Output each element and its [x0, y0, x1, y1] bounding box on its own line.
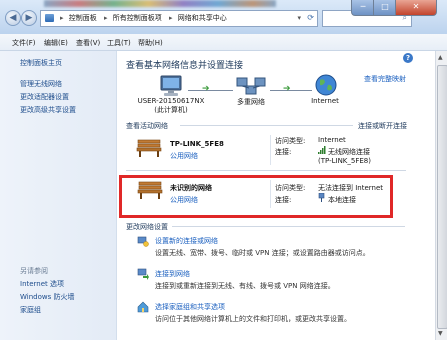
menu-edit[interactable]: 编辑(E): [44, 38, 68, 48]
highlight-box: [119, 175, 393, 218]
new-connection-icon: [137, 236, 149, 247]
address-bar[interactable]: ▸ 控制面板 ▸ 所有控制面板项 ▸ 网络和共享中心 ▾ ⟳: [40, 10, 318, 27]
divider: [126, 170, 406, 171]
multiple-networks-node: 多重网络: [221, 97, 281, 107]
breadcrumb-item[interactable]: 网络和共享中心: [178, 14, 227, 22]
connection-line: [270, 90, 312, 91]
control-panel-home-link[interactable]: 控制面板主页: [20, 58, 62, 68]
windows-firewall-link[interactable]: Windows 防火墙: [20, 292, 74, 302]
connect-to-network-desc: 连接到或重新连接到无线、有线、拨号或 VPN 网络连接。: [155, 282, 335, 290]
connection-label: 连接:: [275, 148, 292, 156]
see-also-heading: 另请参阅: [20, 267, 48, 275]
internet-label: Internet: [311, 97, 339, 105]
breadcrumb: ▸ 控制面板 ▸ 所有控制面板项 ▸ 网络和共享中心: [60, 14, 227, 22]
network-name: TP-LINK_5FE8: [170, 140, 224, 148]
this-computer-node: USER-20150617NX (此计算机): [131, 97, 211, 115]
forward-button[interactable]: ▶: [21, 10, 37, 26]
change-settings-heading: 更改网络设置: [126, 223, 168, 231]
page-title: 查看基本网络信息并设置连接: [126, 61, 244, 71]
menu-view[interactable]: 查看(V): [76, 38, 100, 48]
setup-connection-desc: 设置无线、宽带、拨号、临时或 VPN 连接；或设置路由器或访问点。: [155, 249, 370, 257]
divider: [180, 125, 353, 126]
minimize-button[interactable]: ─: [351, 0, 375, 16]
menu-help[interactable]: 帮助(H): [138, 38, 163, 48]
homegroup-sharing-link[interactable]: 选择家庭组和共享选项: [155, 302, 225, 312]
scroll-up-icon[interactable]: ▲: [438, 54, 443, 61]
connect-to-network-link[interactable]: 连接到网络: [155, 269, 190, 279]
computer-icon: [160, 75, 182, 96]
connect-disconnect-link[interactable]: 连接或断开连接: [358, 121, 407, 131]
homegroup-link[interactable]: 家庭组: [20, 305, 41, 315]
scrollbar-thumb[interactable]: [437, 65, 447, 329]
arrow-right-icon: ➔: [283, 84, 291, 94]
arrow-right-icon: ➔: [202, 84, 210, 94]
network-sharing-center-window: ◀ ▶ ▸ 控制面板 ▸ 所有控制面板项 ▸ 网络和共享中心 ▾ ⟳ ⌕ ─ □…: [0, 0, 447, 340]
computer-sub: (此计算机): [154, 106, 188, 114]
connection-line: [188, 90, 233, 91]
help-icon[interactable]: ?: [403, 53, 413, 63]
computer-name: USER-20150617NX: [137, 97, 205, 105]
network-type-link[interactable]: 公用网络: [170, 151, 198, 161]
breadcrumb-item[interactable]: 所有控制面板项: [113, 14, 162, 22]
network-node-label: 多重网络: [237, 98, 265, 106]
internet-options-link[interactable]: Internet 选项: [20, 279, 64, 289]
menu-file[interactable]: 文件(F): [12, 38, 36, 48]
internet-node: Internet: [300, 97, 350, 105]
homegroup-icon: [137, 301, 149, 313]
wireless-signal-icon: [318, 146, 326, 154]
access-type-value: Internet: [318, 136, 346, 144]
back-button[interactable]: ◀: [5, 10, 21, 26]
wireless-ssid-link[interactable]: (TP-LINK_5FE8): [318, 157, 371, 165]
access-type-label: 访问类型:: [275, 137, 306, 145]
active-networks-heading: 查看活动网络: [126, 122, 168, 130]
homegroup-sharing-desc: 访问位于其他网络计算机上的文件和打印机，或更改共享设置。: [155, 315, 351, 323]
change-adapter-link[interactable]: 更改适配器设置: [20, 92, 69, 102]
scroll-down-icon[interactable]: ▼: [438, 330, 443, 337]
close-button[interactable]: ✕: [395, 0, 437, 16]
globe-icon: [315, 74, 337, 96]
setup-connection-link[interactable]: 设置新的连接或网络: [155, 236, 218, 246]
network-icon: [236, 77, 266, 95]
breadcrumb-item[interactable]: 控制面板: [69, 14, 97, 22]
connect-network-icon: [137, 268, 149, 280]
refresh-icon[interactable]: ⟳: [307, 13, 314, 22]
blurred-taskbar-strip: [44, 0, 276, 7]
menu-bar: 文件(F) 编辑(E) 查看(V) 工具(T) 帮助(H): [0, 34, 447, 51]
divider: [172, 226, 405, 227]
title-bar: ◀ ▶ ▸ 控制面板 ▸ 所有控制面板项 ▸ 网络和共享中心 ▾ ⟳ ⌕ ─ □…: [0, 0, 447, 35]
control-panel-icon: [45, 14, 54, 22]
advanced-sharing-link[interactable]: 更改高级共享设置: [20, 105, 76, 115]
manage-wireless-link[interactable]: 管理无线网络: [20, 79, 62, 89]
vertical-scrollbar[interactable]: ▲ ▼: [435, 51, 447, 340]
menu-tools[interactable]: 工具(T): [107, 38, 131, 48]
divider: [270, 135, 271, 165]
bench-icon: [136, 139, 162, 157]
maximize-button[interactable]: □: [373, 0, 397, 16]
view-full-map-link[interactable]: 查看完整映射: [364, 74, 406, 84]
chevron-down-icon[interactable]: ▾: [297, 14, 301, 22]
wireless-connection-link[interactable]: 无线网络连接: [328, 147, 370, 157]
